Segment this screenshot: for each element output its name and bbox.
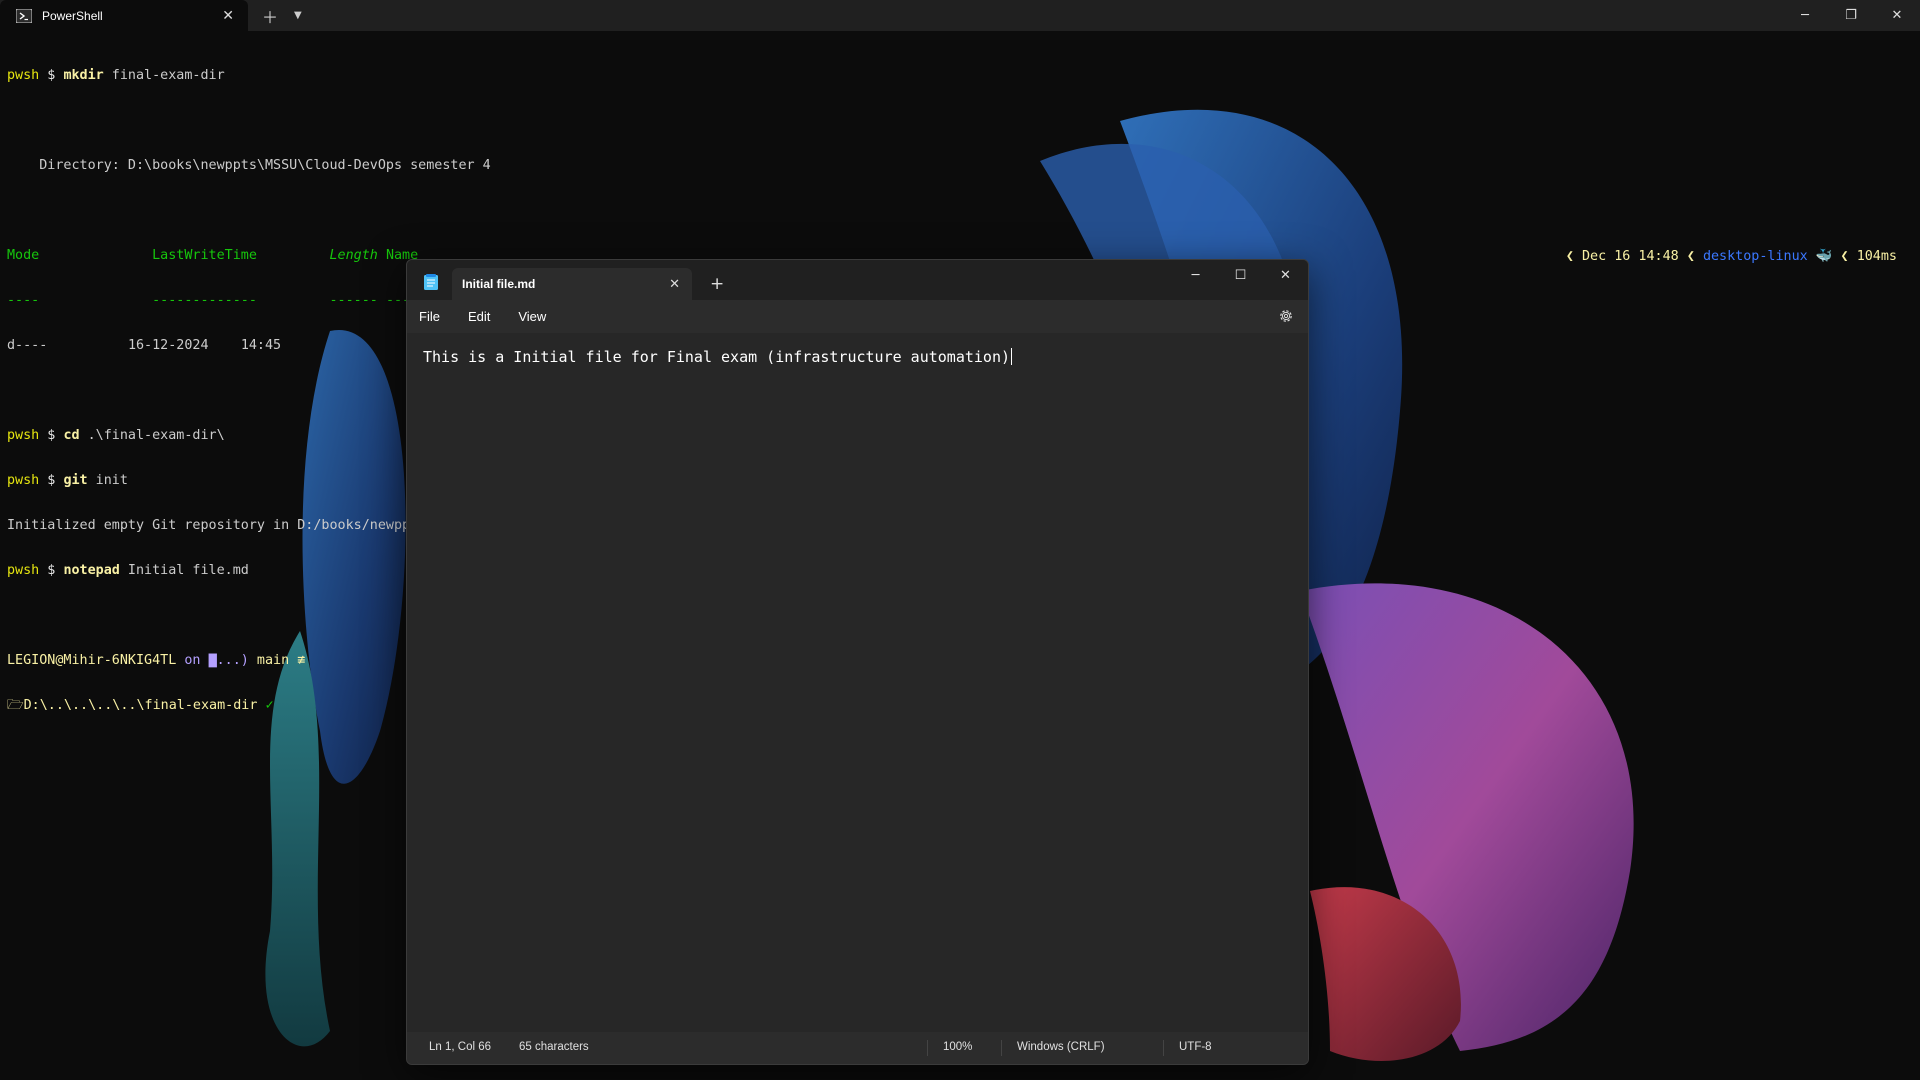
terminal-window-controls: ─ ❐ ✕: [1782, 0, 1920, 31]
terminal-line: Directory: D:\books\newppts\MSSU\Cloud-D…: [7, 158, 491, 173]
folder-icon: 🗁: [7, 698, 24, 713]
notepad-window: Initial file.md ✕ + ─ ☐ ✕ File Edit View…: [406, 259, 1309, 1065]
minimize-icon[interactable]: ─: [1782, 0, 1828, 31]
maximize-icon[interactable]: ☐: [1218, 260, 1263, 290]
tab-dropdown-chevron-icon[interactable]: ▼: [294, 10, 302, 21]
notepad-window-controls: ─ ☐ ✕: [1173, 260, 1308, 290]
new-tab-plus-icon[interactable]: ＋: [262, 4, 278, 28]
encoding[interactable]: UTF-8: [1179, 1041, 1212, 1053]
divider: [927, 1040, 928, 1056]
minimize-icon[interactable]: ─: [1173, 260, 1218, 290]
terminal-tab-close-icon[interactable]: ✕: [222, 8, 234, 24]
terminal-tab-label: PowerShell: [42, 8, 103, 23]
terminal-tab-powershell[interactable]: PowerShell ✕: [0, 0, 248, 31]
settings-gear-icon[interactable]: [1278, 308, 1294, 324]
notepad-statusbar: Ln 1, Col 66 65 characters 100% Windows …: [407, 1032, 1308, 1064]
notepad-tab[interactable]: Initial file.md ✕: [452, 268, 692, 300]
notepad-text-area[interactable]: This is a Initial file for Final exam (i…: [407, 333, 1308, 1027]
text-caret: [1011, 348, 1012, 365]
powershell-icon: [16, 8, 32, 23]
cursor-position: Ln 1, Col 66: [429, 1041, 492, 1053]
notepad-new-tab-plus-icon[interactable]: +: [710, 274, 724, 294]
close-icon[interactable]: ✕: [1874, 0, 1920, 31]
menu-view[interactable]: View: [518, 309, 546, 324]
menu-edit[interactable]: Edit: [468, 309, 490, 324]
notepad-tab-label: Initial file.md: [462, 277, 536, 291]
line-ending[interactable]: Windows (CRLF): [1017, 1041, 1105, 1053]
character-count: 65 characters: [519, 1041, 589, 1053]
terminal-right-prompt: ❮ Dec 16 14:48 ❮ desktop-linux 🐳 ❮ 104ms: [1565, 249, 1897, 264]
divider: [1163, 1040, 1164, 1056]
terminal-titlebar: PowerShell ✕ ＋ ▼ ─ ❐ ✕: [0, 0, 1920, 31]
divider: [1001, 1040, 1002, 1056]
restore-icon[interactable]: ❐: [1828, 0, 1874, 31]
notepad-titlebar: Initial file.md ✕ + ─ ☐ ✕: [407, 260, 1308, 300]
close-icon[interactable]: ✕: [1263, 260, 1308, 290]
terminal-line: pwsh $ mkdir final-exam-dir: [7, 68, 225, 83]
notepad-tab-close-icon[interactable]: ✕: [669, 277, 680, 292]
notepad-app-icon: [424, 274, 438, 290]
menu-file[interactable]: File: [419, 309, 440, 324]
document-text: This is a Initial file for Final exam (i…: [423, 348, 1010, 366]
docker-icon: 🐳: [1807, 249, 1833, 264]
zoom-level[interactable]: 100%: [943, 1041, 972, 1053]
notepad-menubar: File Edit View: [407, 300, 1308, 333]
